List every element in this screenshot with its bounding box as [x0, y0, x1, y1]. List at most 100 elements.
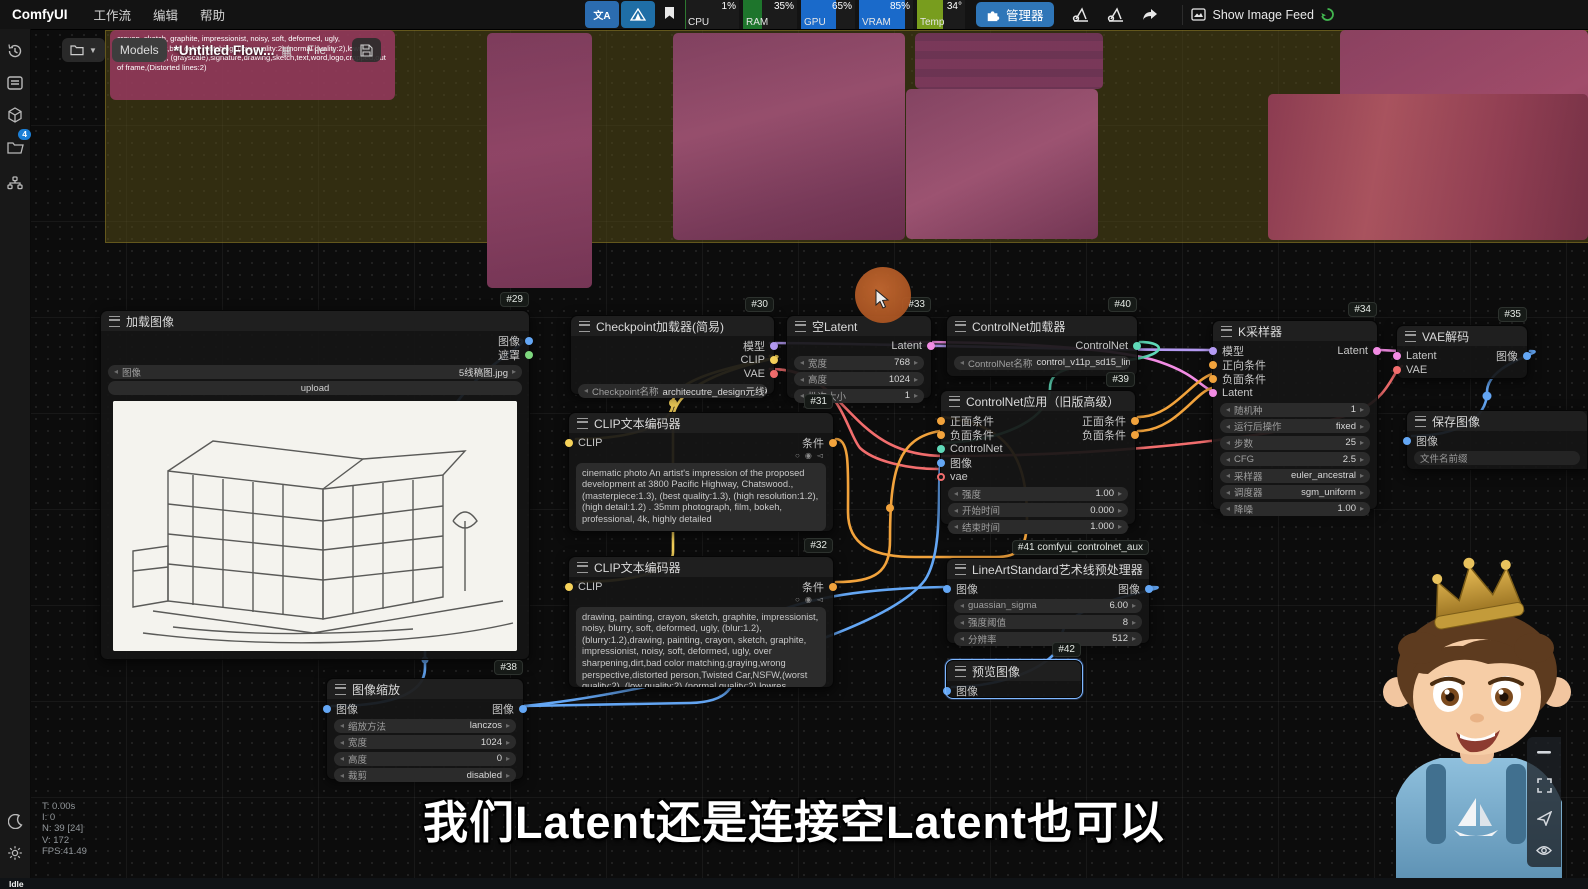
save-workflow-button[interactable]: [352, 38, 381, 62]
widget-ControlNet名称[interactable]: ◂ControlNet名称control_v11p_sd15_lineart.p…: [954, 356, 1130, 370]
slot-dot[interactable]: [937, 445, 945, 453]
node-title-bar[interactable]: 图像缩放: [327, 679, 523, 699]
node-ksampler[interactable]: #34 K采样器 模型正向条件负面条件LatentLatent ◂随机种1▸◂运…: [1212, 320, 1378, 510]
input-slot-图像[interactable]: 图像: [952, 684, 978, 698]
file-menu[interactable]: File ∨: [299, 38, 345, 62]
output-slot-Latent[interactable]: Latent: [1337, 344, 1372, 358]
slot-dot[interactable]: [770, 342, 778, 350]
widget-高度[interactable]: ◂高度0▸: [334, 752, 516, 766]
node-title-bar[interactable]: VAE解码: [1397, 326, 1527, 346]
widget-guassian_sigma[interactable]: ◂guassian_sigma6.00▸: [954, 599, 1142, 613]
input-slot-负面条件[interactable]: 负面条件: [946, 428, 1003, 442]
slot-dot[interactable]: [943, 687, 951, 695]
widget-采样器[interactable]: ◂采样器euler_ancestral▸: [1220, 469, 1370, 483]
aigodlike-button[interactable]: [621, 1, 655, 28]
node-library-icon[interactable]: [0, 169, 30, 197]
node-title-bar[interactable]: 加载图像: [101, 311, 529, 331]
input-slot-模型[interactable]: 模型: [1218, 344, 1266, 358]
slot-dot[interactable]: [1373, 347, 1381, 355]
widget-开始时间[interactable]: ◂开始时间0.000▸: [948, 503, 1128, 517]
output-slot-图像[interactable]: 图像: [1118, 582, 1144, 596]
app-logo[interactable]: ComfyUI: [12, 7, 68, 22]
slot-dot[interactable]: [937, 473, 945, 481]
node-title-bar[interactable]: K采样器: [1213, 321, 1377, 341]
node-title-bar[interactable]: ControlNet加载器: [947, 316, 1137, 336]
output-slot-图像[interactable]: 图像: [1496, 349, 1522, 363]
node-menu-icon[interactable]: [579, 321, 590, 332]
output-slot-ControlNet[interactable]: ControlNet: [1075, 339, 1132, 353]
slot-dot[interactable]: [1393, 366, 1401, 374]
node-menu-icon[interactable]: [1415, 416, 1426, 427]
node-title-bar[interactable]: ControlNet应用（旧版高级）: [941, 391, 1135, 411]
slot-dot[interactable]: [770, 370, 778, 378]
node-title-bar[interactable]: Checkpoint加载器(简易): [571, 316, 774, 336]
workspace-folder-button[interactable]: ▼: [62, 38, 105, 62]
node-menu-icon[interactable]: [955, 564, 966, 575]
node-menu-icon[interactable]: [577, 562, 588, 573]
output-slot-VAE[interactable]: VAE: [741, 367, 769, 381]
grid-icon[interactable]: ▦: [281, 44, 291, 57]
slot-dot[interactable]: [937, 459, 945, 467]
output-slot-条件[interactable]: 条件: [802, 580, 828, 594]
input-slot-Latent[interactable]: Latent: [1402, 349, 1437, 363]
output-slot-条件[interactable]: 条件: [802, 436, 828, 450]
widget-降噪[interactable]: ◂降噪1.00▸: [1220, 502, 1370, 516]
input-slot-负面条件[interactable]: 负面条件: [1218, 372, 1266, 386]
zoom-out-button[interactable]: [1529, 739, 1559, 767]
widget-分辨率[interactable]: ◂分辨率512▸: [954, 632, 1142, 646]
node-menu-icon[interactable]: [335, 684, 346, 695]
slot-dot[interactable]: [1209, 347, 1217, 355]
slot-dot[interactable]: [1209, 361, 1217, 369]
workflow-title[interactable]: *Untitled Flow...: [174, 43, 275, 58]
models-tab[interactable]: Models: [112, 38, 167, 62]
widget-强度[interactable]: ◂强度1.00▸: [948, 487, 1128, 501]
node-image-scale[interactable]: #38 图像缩放 图像图像 ◂缩放方法lanczos▸◂宽度1024▸◂高度0▸…: [326, 678, 524, 780]
show-image-feed-button[interactable]: Show Image Feed: [1182, 5, 1342, 25]
widget-Checkpoint名称[interactable]: ◂Checkpoint名称architecutre_design元线稿-Yuan…: [578, 384, 767, 398]
slot-dot[interactable]: [1131, 431, 1139, 439]
speaker-icon[interactable]: ◅: [817, 451, 823, 460]
node-title-bar[interactable]: CLIP文本编码器: [569, 557, 833, 577]
widget-随机种[interactable]: ◂随机种1▸: [1220, 403, 1370, 417]
menu-help[interactable]: 帮助: [200, 5, 225, 24]
node-title-bar[interactable]: 空Latent: [787, 316, 931, 336]
input-slot-图像[interactable]: 图像: [952, 582, 978, 596]
output-slot-负面条件[interactable]: 负面条件: [1082, 428, 1130, 442]
widget-宽度[interactable]: ◂宽度768▸: [794, 356, 924, 370]
menu-edit[interactable]: 编辑: [153, 5, 178, 24]
circle-icon[interactable]: ○: [795, 595, 800, 604]
node-menu-icon[interactable]: [577, 418, 588, 429]
node-load-image[interactable]: #29 加载图像 图像遮罩 ◂图像5线稿图.jpg▸upload: [100, 310, 530, 660]
node-title-bar[interactable]: 保存图像: [1407, 411, 1587, 431]
node-clip-encode-negative[interactable]: #32 CLIP文本编码器 CLIP条件 ○◉◅ drawing, painti…: [568, 556, 834, 688]
queue-icon[interactable]: [0, 69, 30, 97]
output-slot-图像[interactable]: 图像: [492, 702, 518, 716]
node-title-bar[interactable]: CLIP文本编码器: [569, 413, 833, 433]
input-slot-CLIP[interactable]: CLIP: [574, 580, 602, 594]
slot-dot[interactable]: [519, 705, 527, 713]
input-slot-VAE[interactable]: VAE: [1402, 363, 1437, 377]
output-slot-图像[interactable]: 图像: [498, 334, 524, 348]
input-slot-图像[interactable]: 图像: [1412, 434, 1438, 448]
input-slot-正向条件[interactable]: 正向条件: [1218, 358, 1266, 372]
slot-dot[interactable]: [1523, 352, 1531, 360]
widget-步数[interactable]: ◂步数25▸: [1220, 436, 1370, 450]
node-menu-icon[interactable]: [109, 316, 120, 327]
node-menu-icon[interactable]: [955, 666, 966, 677]
output-slot-CLIP[interactable]: CLIP: [741, 353, 769, 367]
node-title-bar[interactable]: 预览图像: [947, 661, 1081, 681]
text-widget-icons[interactable]: ○◉◅: [569, 595, 833, 605]
widget-运行后操作[interactable]: ◂运行后操作fixed▸: [1220, 419, 1370, 433]
slot-dot[interactable]: [525, 337, 533, 345]
translate-button[interactable]: 文A: [585, 1, 619, 28]
node-menu-icon[interactable]: [1405, 331, 1416, 342]
slot-dot[interactable]: [1209, 389, 1217, 397]
slot-dot[interactable]: [829, 583, 837, 591]
node-checkpoint-loader[interactable]: #30 Checkpoint加载器(简易) 模型CLIPVAE ◂Checkpo…: [570, 315, 775, 395]
prompt-textarea[interactable]: drawing, painting, crayon, sketch, graph…: [576, 607, 826, 687]
eye-icon[interactable]: ◉: [805, 451, 812, 460]
menu-workflow[interactable]: 工作流: [94, 5, 132, 24]
node-controlnet-loader[interactable]: #40 ControlNet加载器 ControlNet ◂ControlNet…: [946, 315, 1138, 377]
widget-结束时间[interactable]: ◂结束时间1.000▸: [948, 520, 1128, 534]
widget-调度器[interactable]: ◂调度器sgm_uniform▸: [1220, 485, 1370, 499]
